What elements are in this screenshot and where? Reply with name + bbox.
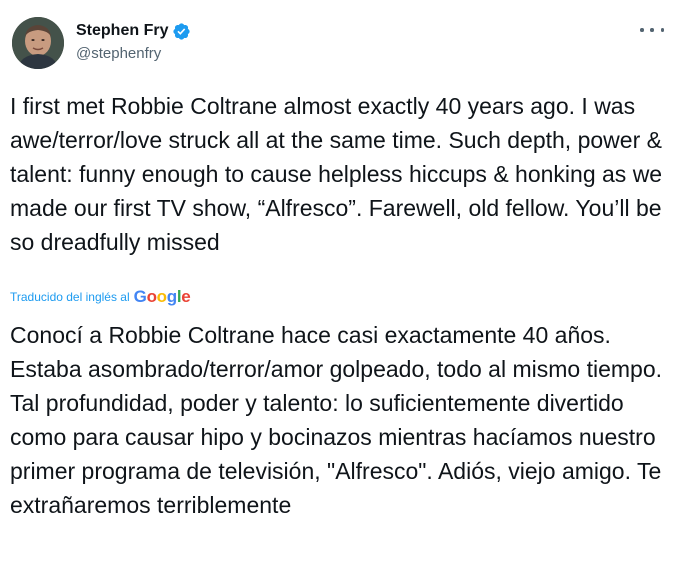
handle[interactable]: @stephenfry xyxy=(76,45,191,62)
avatar-image xyxy=(12,17,64,69)
translation-attribution[interactable]: Traducido del inglés al Google xyxy=(10,287,191,306)
google-logo: Google xyxy=(133,287,191,306)
translated-text: Conocí a Robbie Coltrane hace casi exact… xyxy=(10,322,662,518)
display-name[interactable]: Stephen Fry xyxy=(76,22,168,40)
tweet: Stephen Fry @stephenfry I first met Robb… xyxy=(0,0,679,561)
more-dot xyxy=(650,28,654,32)
avatar[interactable] xyxy=(12,17,64,69)
more-dot xyxy=(660,28,664,32)
more-options-icon[interactable] xyxy=(640,22,664,38)
more-dot xyxy=(640,28,644,32)
translation-label: Traducido del inglés al xyxy=(10,289,130,304)
verified-badge-icon[interactable] xyxy=(172,22,191,41)
tweet-text: I first met Robbie Coltrane almost exact… xyxy=(10,93,663,255)
author-block: Stephen Fry @stephenfry xyxy=(76,20,191,62)
author-name-row: Stephen Fry xyxy=(76,20,191,42)
